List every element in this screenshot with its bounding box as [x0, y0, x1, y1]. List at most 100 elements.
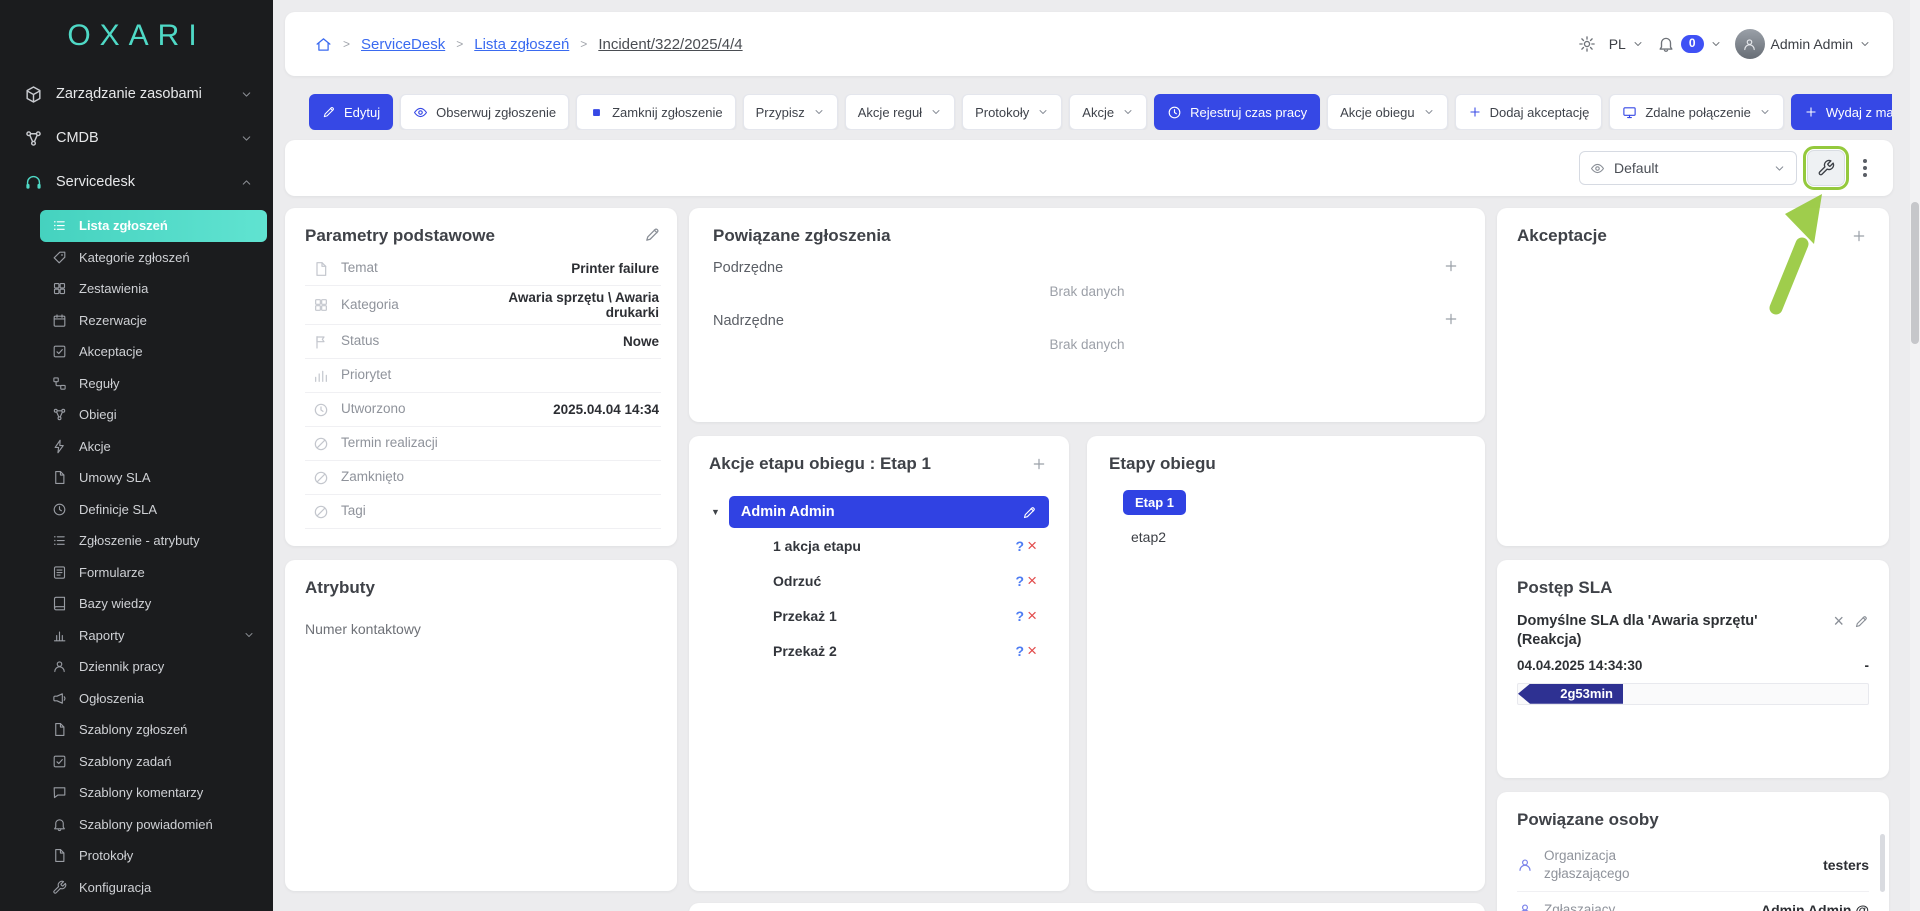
stage-action-row[interactable]: Odrzuć ?×	[709, 563, 1049, 598]
add-child-ticket-button[interactable]	[1437, 252, 1465, 280]
sidebar-item-umowy-sla[interactable]: Umowy SLA	[40, 462, 267, 494]
sidebar-item-szablony-zadan[interactable]: Szablony zadań	[40, 746, 267, 778]
remove-icon[interactable]: ×	[1027, 642, 1037, 659]
sidebar-item-obiegi[interactable]: Obiegi	[40, 399, 267, 431]
notification-count-badge: 0	[1681, 35, 1704, 52]
param-row-priorytet: Priorytet	[305, 359, 661, 393]
stage-action-row[interactable]: 1 akcja etapu ?×	[709, 528, 1049, 563]
column-settings-button[interactable]	[1807, 150, 1845, 186]
edit-sla-pencil-icon[interactable]	[1854, 614, 1869, 629]
view-selector[interactable]: Default	[1579, 151, 1797, 185]
page-scrollbar-thumb[interactable]	[1911, 202, 1919, 344]
next-card-sliver	[689, 903, 1485, 911]
next-stage-label[interactable]: etap2	[1131, 529, 1463, 545]
sidebar-item-zgloszenie-atrybuty[interactable]: Zgłoszenie - atrybuty	[40, 525, 267, 557]
add-acceptance-plus-button[interactable]	[1845, 222, 1873, 250]
language-selector[interactable]: PL	[1609, 36, 1644, 52]
list-icon	[52, 218, 67, 233]
sidebar-item-dziennik-pracy[interactable]: Dziennik pracy	[40, 651, 267, 683]
sidebar-item-akceptacje[interactable]: Akceptacje	[40, 336, 267, 368]
sidebar-item-szablony-powiadomien[interactable]: Szablony powiadomień	[40, 809, 267, 841]
sidebar-item-ogloszenia[interactable]: Ogłoszenia	[40, 683, 267, 715]
settings-gear-icon[interactable]	[1578, 35, 1596, 53]
add-stage-action-button[interactable]	[1025, 450, 1053, 478]
more-options-button[interactable]	[1855, 156, 1875, 180]
log-work-time-button[interactable]: Rejestruj czas pracy	[1154, 94, 1320, 130]
sidebar-item-akcje[interactable]: Akcje	[40, 431, 267, 463]
workflow-actions-button[interactable]: Akcje obiegu	[1327, 94, 1447, 130]
card-scrollbar-thumb[interactable]	[1880, 834, 1885, 892]
stage-action-row[interactable]: Przekaż 2 ?×	[709, 633, 1049, 668]
notifications-button[interactable]: 0	[1657, 35, 1722, 53]
actions-button[interactable]: Akcje	[1069, 94, 1147, 130]
param-label: Zamknięto	[341, 469, 445, 485]
sidebar-item-rezerwacje[interactable]: Rezerwacje	[40, 305, 267, 337]
sidebar-item-konfiguracja[interactable]: Konfiguracja	[40, 872, 267, 904]
section-label: Podrzędne	[713, 260, 783, 276]
sidebar-item-szablony-zgloszen[interactable]: Szablony zgłoszeń	[40, 714, 267, 746]
close-ticket-button[interactable]: Zamknij zgłoszenie	[576, 94, 736, 130]
bolt-icon	[52, 439, 67, 454]
help-icon[interactable]: ?	[1016, 573, 1025, 589]
remove-icon[interactable]: ×	[1027, 572, 1037, 589]
user-menu[interactable]: Admin Admin	[1735, 29, 1871, 59]
help-icon[interactable]: ?	[1016, 538, 1025, 554]
flag-icon	[313, 334, 329, 350]
sidebar-item-lista-zgloszen[interactable]: Lista zgłoszeń	[40, 210, 267, 242]
param-label: Tagi	[341, 503, 445, 519]
remove-icon[interactable]: ×	[1027, 607, 1037, 624]
wrench-icon	[52, 880, 67, 895]
sidebar-item-cmdb[interactable]: CMDB	[0, 116, 273, 160]
watch-ticket-button[interactable]: Obserwuj zgłoszenie	[400, 94, 569, 130]
assign-button[interactable]: Przypisz	[743, 94, 838, 130]
home-icon[interactable]	[315, 36, 332, 53]
remote-connection-button[interactable]: Zdalne połączenie	[1609, 94, 1784, 130]
protocols-button[interactable]: Protokoły	[962, 94, 1062, 130]
page-scrollbar-track[interactable]	[1910, 0, 1920, 911]
card-title: Etapy obiegu	[1109, 454, 1463, 474]
sidebar-item-definicje-sla[interactable]: Definicje SLA	[40, 494, 267, 526]
sidebar-item-kategorie-zgloszen[interactable]: Kategorie zgłoszeń	[40, 242, 267, 274]
rule-actions-button[interactable]: Akcje reguł	[845, 94, 955, 130]
collapse-caret-icon[interactable]: ▼	[711, 507, 720, 517]
help-icon[interactable]: ?	[1016, 608, 1025, 624]
sidebar-item-label: Akceptacje	[79, 344, 143, 359]
chevron-up-icon	[240, 176, 253, 189]
stage-group-header[interactable]: Admin Admin	[729, 496, 1049, 528]
remove-icon[interactable]: ×	[1027, 537, 1037, 554]
edit-parameters-pencil-icon[interactable]	[644, 226, 661, 243]
grid-icon	[52, 281, 67, 296]
current-stage-badge[interactable]: Etap 1	[1123, 490, 1186, 515]
add-acceptance-button[interactable]: Dodaj akceptację	[1455, 94, 1603, 130]
sidebar-item-szablony-komentarzy[interactable]: Szablony komentarzy	[40, 777, 267, 809]
sidebar-item-zestawienia[interactable]: Zestawienia	[40, 273, 267, 305]
sidebar-item-label: Rezerwacje	[79, 313, 147, 328]
add-parent-ticket-button[interactable]	[1437, 305, 1465, 333]
help-icon[interactable]: ?	[1016, 643, 1025, 659]
sidebar-item-bazy-wiedzy[interactable]: Bazy wiedzy	[40, 588, 267, 620]
sidebar-item-zarzadzanie-zasobami[interactable]: Zarządzanie zasobami	[0, 72, 273, 116]
sidebar-item-protokoly[interactable]: Protokoły	[40, 840, 267, 872]
breadcrumb-link-lista-zgloszen[interactable]: Lista zgłoszeń	[474, 36, 569, 53]
edit-button[interactable]: Edytuj	[309, 94, 393, 130]
sidebar-item-label: Konfiguracja	[79, 880, 151, 895]
param-value: Nowe	[623, 334, 659, 349]
sidebar-item-servicedesk[interactable]: Servicedesk	[0, 160, 273, 204]
related-tickets-card: Powiązane zgłoszenia Podrzędne Brak dany…	[689, 208, 1485, 422]
breadcrumb-current-incident: Incident/322/2025/4/4	[598, 36, 742, 53]
remove-sla-icon[interactable]: ×	[1833, 612, 1844, 630]
view-selector-value: Default	[1614, 160, 1658, 176]
sidebar-item-raporty[interactable]: Raporty	[40, 620, 267, 652]
stage-group-name: Admin Admin	[741, 504, 835, 520]
issue-from-stock-button[interactable]: Wydaj z magazynu	[1791, 94, 1892, 130]
pencil-icon[interactable]	[1022, 505, 1037, 520]
stage-action-row[interactable]: Przekaż 1 ?×	[709, 598, 1049, 633]
button-label: Akcje	[1082, 105, 1114, 120]
card-title: Powiązane osoby	[1517, 810, 1869, 830]
sidebar-item-formularze[interactable]: Formularze	[40, 557, 267, 589]
sla-progress-card: Postęp SLA Domyślne SLA dla 'Awaria sprz…	[1497, 560, 1889, 778]
sidebar: OXARI Zarządzanie zasobami CMDB Serviced…	[0, 0, 273, 911]
sidebar-item-reguly[interactable]: Reguły	[40, 368, 267, 400]
sla-elapsed-label: 2g53min	[1560, 686, 1613, 701]
breadcrumb-link-servicedesk[interactable]: ServiceDesk	[361, 36, 445, 53]
